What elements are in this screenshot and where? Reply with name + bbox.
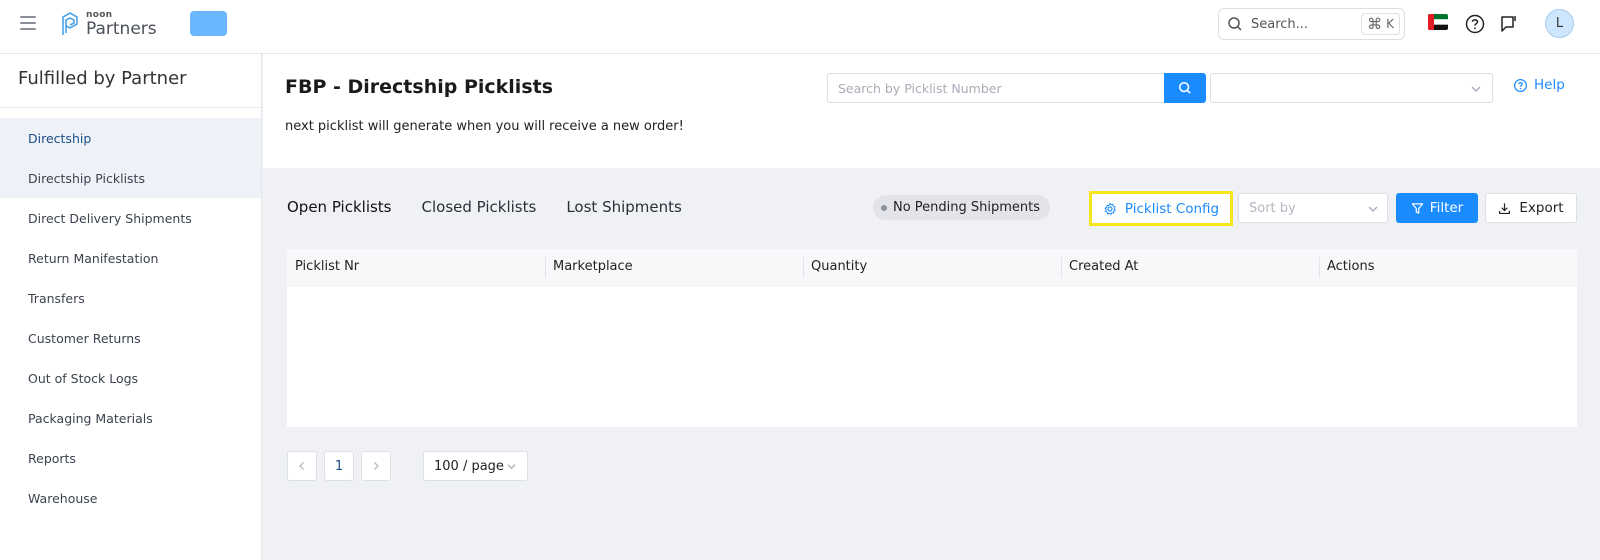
table-header: Picklist Nr Marketplace Quantity Created… <box>287 249 1577 286</box>
store-switcher-button[interactable] <box>190 11 227 36</box>
logo-big-text: Partners <box>86 18 157 39</box>
chevron-down-icon <box>1368 206 1378 212</box>
sidebar-item-directship-picklists[interactable]: Directship Picklists <box>0 158 261 198</box>
page-size-value: 100 / page <box>434 458 504 474</box>
picklist-config-label: Picklist Config <box>1124 200 1220 217</box>
global-search-placeholder: Search... <box>1251 16 1309 32</box>
help-label: Help <box>1534 77 1565 93</box>
picklist-table: Picklist Nr Marketplace Quantity Created… <box>287 249 1577 427</box>
avatar[interactable]: L <box>1545 9 1574 38</box>
picklist-search-button[interactable] <box>1164 73 1206 103</box>
sidebar-item-return-manifestation[interactable]: Return Manifestation <box>0 238 261 278</box>
filter-label: Filter <box>1429 200 1464 216</box>
download-icon <box>1499 202 1511 214</box>
page-note: next picklist will generate when you wil… <box>285 119 684 134</box>
shortcut-hint: ⌘ K <box>1361 13 1400 35</box>
command-key-icon: ⌘ <box>1367 15 1383 33</box>
sidebar-nav: Directship Directship Picklists Direct D… <box>0 118 261 518</box>
picklist-tabs: Open Picklists Closed Picklists Lost Shi… <box>287 190 712 253</box>
flag-icon[interactable] <box>1428 14 1448 30</box>
top-bar: noon Partners Search... ⌘ K L <box>0 0 1600 54</box>
header-select[interactable] <box>1210 73 1493 103</box>
global-search-input[interactable]: Search... ⌘ K <box>1218 8 1405 40</box>
picklist-search-input[interactable] <box>827 73 1164 103</box>
search-icon <box>1178 81 1191 94</box>
export-button[interactable]: Export <box>1485 193 1577 223</box>
sidebar-item-customer-returns[interactable]: Customer Returns <box>0 318 261 358</box>
sidebar-item-reports[interactable]: Reports <box>0 438 261 478</box>
status-badge: No Pending Shipments <box>873 195 1051 220</box>
page-size-select[interactable]: 100 / page <box>423 451 528 481</box>
sidebar-title: Fulfilled by Partner <box>0 54 261 108</box>
sort-select[interactable]: Sort by <box>1238 193 1388 223</box>
page-header: FBP - Directship Picklists next picklist… <box>263 54 1600 168</box>
pagination: 1 100 / page <box>287 451 528 481</box>
column-header-picklist-nr[interactable]: Picklist Nr <box>287 249 545 285</box>
sidebar-item-directship[interactable]: Directship <box>0 118 261 158</box>
tab-closed-picklists[interactable]: Closed Picklists <box>422 190 537 235</box>
next-page-button[interactable] <box>361 451 391 481</box>
sidebar-item-transfers[interactable]: Transfers <box>0 278 261 318</box>
chevron-left-icon <box>299 462 304 470</box>
sidebar-item-warehouse[interactable]: Warehouse <box>0 478 261 518</box>
sort-placeholder: Sort by <box>1249 201 1296 216</box>
page-title: FBP - Directship Picklists <box>285 76 554 98</box>
sidebar-item-out-of-stock-logs[interactable]: Out of Stock Logs <box>0 358 261 398</box>
sidebar-item-direct-delivery-shipments[interactable]: Direct Delivery Shipments <box>0 198 261 238</box>
chevron-down-icon <box>1471 86 1481 92</box>
shortcut-key: K <box>1386 17 1394 31</box>
tab-lost-shipments[interactable]: Lost Shipments <box>566 190 682 235</box>
chevron-down-icon <box>507 464 516 470</box>
column-header-actions[interactable]: Actions <box>1319 249 1577 285</box>
chat-flag-icon[interactable] <box>1498 13 1520 35</box>
logo[interactable]: noon Partners <box>60 10 157 38</box>
tab-open-picklists[interactable]: Open Picklists <box>287 190 392 253</box>
filter-icon <box>1411 202 1423 214</box>
sidebar-item-packaging-materials[interactable]: Packaging Materials <box>0 398 261 438</box>
sidebar: Fulfilled by Partner Directship Directsh… <box>0 54 262 560</box>
page-number-button[interactable]: 1 <box>324 451 354 481</box>
help-circle-icon[interactable] <box>1464 13 1486 35</box>
help-circle-icon <box>1513 78 1528 92</box>
partners-logo-icon <box>62 12 78 35</box>
filter-button[interactable]: Filter <box>1396 193 1478 223</box>
search-icon <box>1228 17 1242 31</box>
help-link[interactable]: Help <box>1513 77 1565 93</box>
status-dot-icon <box>881 204 887 211</box>
column-header-marketplace[interactable]: Marketplace <box>545 249 803 285</box>
prev-page-button[interactable] <box>287 451 317 481</box>
export-label: Export <box>1519 200 1564 216</box>
menu-icon[interactable] <box>20 16 36 30</box>
chevron-right-icon <box>374 462 379 470</box>
status-badge-label: No Pending Shipments <box>893 200 1041 215</box>
gear-icon <box>1104 202 1116 215</box>
picklist-config-button[interactable]: Picklist Config <box>1089 191 1233 226</box>
column-header-quantity[interactable]: Quantity <box>803 249 1061 285</box>
column-header-created-at[interactable]: Created At <box>1061 249 1319 285</box>
